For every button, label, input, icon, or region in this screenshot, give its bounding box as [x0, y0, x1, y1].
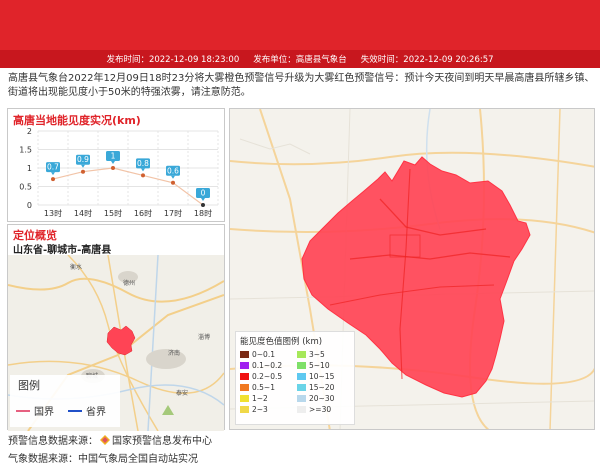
- legend-swatch: [297, 372, 306, 380]
- legend-label: 2~3: [252, 404, 268, 414]
- warning-source-label: 预警信息数据来源：: [8, 436, 98, 447]
- legend-label: 5~10: [309, 360, 330, 370]
- legend-item: 0.5~1: [240, 382, 293, 392]
- visibility-color-legend: 能见度色值图例 (km) 0~0.1 3~5 0.1~0.2 5~10 0.2~0.5 1…: [235, 331, 355, 425]
- warning-info-bar: 发布时间：2022-12-09 18:23:00 发布单位：高唐县气象台 失效时…: [0, 50, 600, 68]
- value-label: 0.6: [167, 166, 179, 175]
- x-tick-label: 18时: [194, 208, 212, 218]
- location-panel: 定位概览 山东省-聊城市-高唐县 聊城 济南 衡水 德州 淄博 泰安 图例 国界…: [7, 224, 225, 431]
- data-point: [51, 177, 55, 182]
- legend-label: 0~0.1: [252, 349, 275, 359]
- legend-swatch: [297, 361, 306, 369]
- visibility-chart: 0 0.5 1 1.5 2 0.7 13时 0.9 14时 1 15时 0.8 16时 0.6 17时 0 18…: [19, 127, 219, 218]
- legend-item: 0~0.1: [240, 349, 293, 359]
- value-badge-pointer: [141, 168, 145, 172]
- x-tick-label: 14时: [74, 208, 92, 218]
- legend-swatch: [240, 350, 249, 358]
- legend-label: 20~30: [309, 393, 335, 403]
- place-label-dezhou: 德州: [123, 279, 135, 287]
- legend-swatch: [297, 383, 306, 391]
- legend-label: 0.1~0.2: [252, 360, 283, 370]
- location-path: 山东省-聊城市-高唐县: [13, 245, 112, 256]
- publish-time: 发布时间：2022-12-09 18:23:00: [106, 55, 240, 65]
- legend-label: 0.5~1: [252, 382, 275, 392]
- value-label: 0.9: [77, 155, 89, 164]
- legend-swatch: [240, 372, 249, 380]
- place-label-jinan: 济南: [168, 349, 180, 357]
- data-point: [111, 166, 115, 170]
- y-tick-label: 2: [27, 127, 32, 136]
- legend-label: >=30: [309, 404, 332, 414]
- x-tick-label: 13时: [44, 208, 62, 218]
- legend-label: 0.2~0.5: [252, 371, 283, 381]
- warning-center-logo-icon: [100, 435, 110, 445]
- value-label: 0.8: [137, 159, 149, 168]
- legend-label: 15~20: [309, 382, 335, 392]
- y-tick-label: 1.5: [19, 146, 32, 155]
- data-point: [81, 169, 85, 174]
- warning-source-row: 预警信息数据来源： 国家预警信息发布中心: [8, 433, 212, 451]
- data-point: [171, 180, 175, 185]
- legend-swatch: [297, 394, 306, 402]
- x-tick-label: 16时: [134, 208, 152, 218]
- value-badge-pointer: [81, 164, 85, 168]
- legend-item: 0.2~0.5: [240, 371, 293, 381]
- legend-item: 2~3: [240, 404, 293, 414]
- publish-unit: 发布单位：高唐县气象台: [253, 55, 347, 65]
- header-banner: [0, 0, 600, 50]
- legend-swatch: [240, 383, 249, 391]
- x-tick-label: 17时: [164, 208, 182, 218]
- legend-label: 3~5: [309, 349, 325, 359]
- legend-item: 0.1~0.2: [240, 360, 293, 370]
- warning-message: 高唐县气象台2022年12月09日18时23分将大雾橙色预警信号升级为大雾红色预…: [8, 73, 595, 98]
- legend-national: 国界: [16, 403, 54, 418]
- y-tick-label: 1: [27, 164, 32, 173]
- data-sources: 预警信息数据来源： 国家预警信息发布中心 气象数据来源：中国气象局全国自动站实况: [8, 433, 212, 469]
- value-label: 1: [111, 152, 116, 161]
- provincial-line-swatch: [68, 409, 82, 412]
- county-map-panel[interactable]: 能见度色值图例 (km) 0~0.1 3~5 0.1~0.2 5~10 0.2~0.5 1…: [229, 108, 595, 430]
- legend-item: 1~2: [240, 393, 293, 403]
- place-label-taian: 泰安: [176, 389, 188, 397]
- legend-swatch: [240, 394, 249, 402]
- legend-label: 1~2: [252, 393, 268, 403]
- overview-legend: 图例 国界 省界: [10, 375, 120, 427]
- data-point: [201, 203, 205, 207]
- place-label-hengshui: 衡水: [70, 263, 82, 271]
- value-label: 0.7: [47, 163, 59, 172]
- warning-source[interactable]: 国家预警信息发布中心: [112, 436, 212, 447]
- y-tick-label: 0: [27, 201, 32, 210]
- color-legend-title: 能见度色值图例 (km): [240, 337, 323, 347]
- value-badge-pointer: [171, 175, 175, 179]
- expire-time: 失效时间：2022-12-09 20:26:57: [360, 55, 494, 65]
- legend-item: 15~20: [297, 382, 350, 392]
- value-badge-pointer: [111, 161, 115, 164]
- legend-swatch: [297, 350, 306, 358]
- value-badge-pointer: [51, 172, 55, 176]
- data-point: [141, 173, 145, 178]
- legend-head: 图例: [18, 379, 40, 392]
- legend-item: 20~30: [297, 393, 350, 403]
- x-tick-label: 15时: [104, 208, 122, 218]
- legend-item: 10~15: [297, 371, 350, 381]
- y-tick-label: 0.5: [19, 183, 32, 192]
- legend-label: 10~15: [309, 371, 335, 381]
- value-label: 0: [201, 189, 206, 198]
- weather-source: 中国气象局全国自动站实况: [78, 454, 198, 465]
- value-badge-pointer: [201, 198, 205, 201]
- legend-item: >=30: [297, 404, 350, 414]
- legend-provincial: 省界: [68, 403, 106, 418]
- legend-item: 3~5: [297, 349, 350, 359]
- weather-source-label: 气象数据来源：: [8, 454, 78, 465]
- legend-item: 5~10: [297, 360, 350, 370]
- legend-swatch: [297, 405, 306, 413]
- place-label-zibo: 淄博: [198, 333, 210, 341]
- weather-source-row: 气象数据来源：中国气象局全国自动站实况: [8, 451, 212, 469]
- color-legend-grid: 0~0.1 3~5 0.1~0.2 5~10 0.2~0.5 10~15 0.5~1 15~2…: [240, 349, 350, 414]
- visibility-panel: 高唐当地能见度实况(km) 0 0.5 1 1.5 2 0.7 13时 0.9 14时 1 15时 0…: [7, 108, 225, 222]
- legend-swatch: [240, 405, 249, 413]
- legend-swatch: [240, 361, 249, 369]
- national-line-swatch: [16, 409, 30, 412]
